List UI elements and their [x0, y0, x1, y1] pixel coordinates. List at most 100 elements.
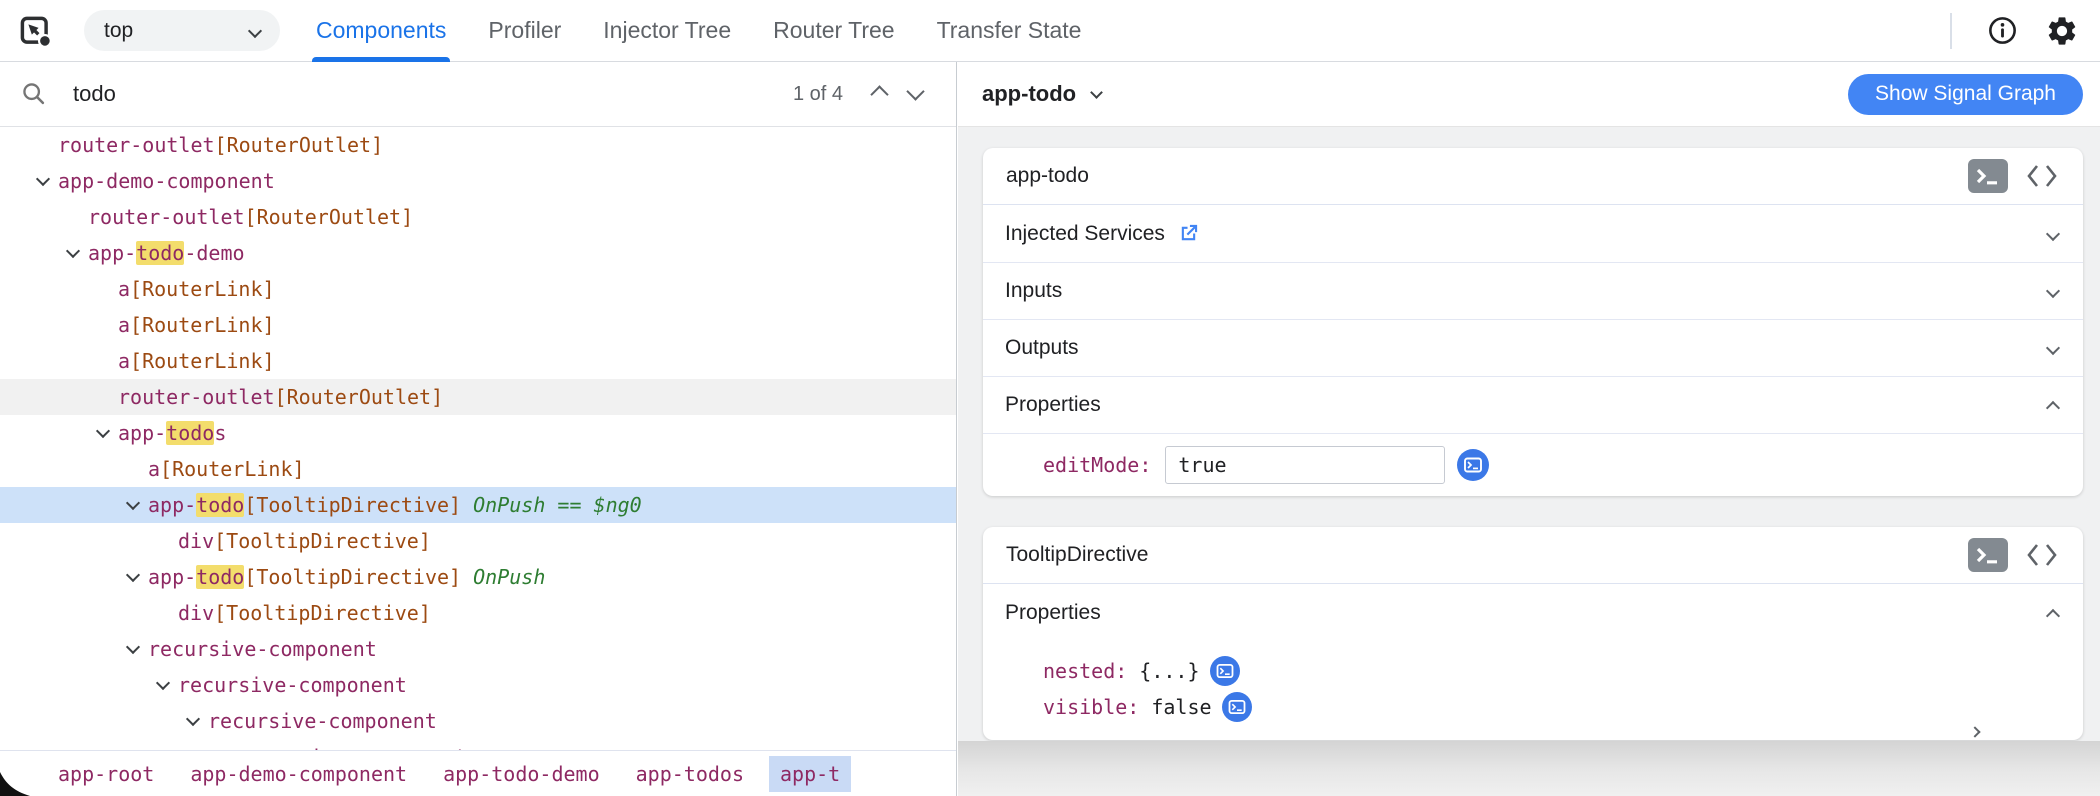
terminal-icon	[1464, 457, 1483, 473]
info-button[interactable]	[1984, 13, 2020, 49]
tree-node-text: -demo	[184, 241, 245, 265]
expand-chevron-icon[interactable]	[218, 739, 238, 750]
tree-node-text: recursive-component	[208, 709, 437, 733]
directive-card-title: TooltipDirective	[1006, 543, 1149, 566]
tree-node-text: app-	[148, 493, 197, 517]
component-card-title: app-todo	[1006, 164, 1089, 187]
section-properties[interactable]: Properties	[983, 376, 2083, 433]
expand-chevron-icon[interactable]	[68, 235, 88, 271]
property-row-nested[interactable]: nested: {...}	[983, 653, 2083, 738]
tree-node-text: [RouterOutlet]	[214, 133, 384, 157]
section-outputs[interactable]: Outputs	[983, 319, 2083, 376]
section-properties[interactable]: Properties	[983, 584, 2083, 641]
tree-row[interactable]: a[RouterLink]	[0, 451, 956, 487]
tree-row[interactable]: app-todo[TooltipDirective] OnPush	[0, 559, 956, 595]
previous-match-button[interactable]	[861, 76, 897, 112]
tree-node-text: [RouterLink]	[130, 349, 275, 373]
chevron-up-icon	[2045, 608, 2061, 623]
breadcrumb-item[interactable]: app-todos	[625, 756, 755, 792]
tree-row[interactable]: app-todo-demo	[0, 235, 956, 271]
expand-chevron-icon[interactable]	[158, 667, 178, 703]
tree-node-text: app-demo-component	[58, 169, 275, 193]
directive-properties: nested: {...} visible: false	[983, 641, 2083, 740]
tree-search-bar: 1 of 4	[0, 62, 956, 127]
log-to-console-button[interactable]	[1968, 159, 2008, 193]
tree-row[interactable]: recursive-component	[0, 667, 956, 703]
expand-chevron-icon[interactable]	[128, 487, 148, 523]
property-value: false	[1151, 695, 1212, 719]
tree-row[interactable]: app-todo[TooltipDirective] OnPush == $ng…	[0, 487, 956, 523]
expand-chevron-icon[interactable]	[128, 631, 148, 667]
show-signal-graph-button[interactable]: Show Signal Graph	[1848, 73, 2083, 115]
next-match-button[interactable]	[897, 76, 933, 112]
log-property-button[interactable]	[1209, 656, 1240, 686]
breadcrumb-item[interactable]: app-demo-component	[179, 756, 418, 792]
section-inputs[interactable]: Inputs	[983, 262, 2083, 319]
tree-row[interactable]: app-todos	[0, 415, 956, 451]
tree-row[interactable]: recursive-component	[0, 631, 956, 667]
directive-card-header: TooltipDirective	[983, 527, 2083, 584]
selected-component-name[interactable]: app-todo	[982, 81, 1076, 107]
expand-chevron-icon[interactable]	[98, 415, 118, 451]
component-card: app-todo Injected Services Inputs Output…	[983, 148, 2083, 496]
breadcrumb-item[interactable]: app-root	[47, 756, 165, 792]
tree-row[interactable]: a[RouterLink]	[0, 343, 956, 379]
info-icon	[1988, 17, 2016, 44]
tree-row[interactable]: router-outlet[RouterOutlet]	[0, 379, 956, 415]
tree-node-text: router-outlet	[118, 385, 275, 409]
frame-selector-value: top	[104, 18, 134, 42]
breadcrumb-bar: app-root app-demo-component app-todo-demo a…	[0, 750, 956, 796]
gear-icon	[2048, 16, 2076, 45]
open-in-new-icon[interactable]	[1177, 222, 1200, 245]
code-icon	[2027, 165, 2057, 187]
expand-chevron-icon[interactable]	[188, 703, 208, 739]
expand-chevron-icon[interactable]	[128, 559, 148, 595]
tree-row[interactable]: router-outlet[RouterOutlet]	[0, 127, 956, 163]
tab-transfer-state[interactable]: Transfer State	[937, 0, 1082, 62]
expand-chevron-icon[interactable]	[38, 163, 58, 199]
devtools-topbar: top Components Profiler Injector Tree Route…	[0, 0, 2100, 62]
property-name: editMode:	[1043, 453, 1152, 477]
tree-node-text: app-	[88, 241, 137, 265]
tree-row[interactable]: a[RouterLink]	[0, 271, 956, 307]
chevron-down-icon	[2045, 226, 2061, 241]
property-row-visible[interactable]: visible: false	[983, 689, 2083, 725]
tree-row[interactable]: div[TooltipDirective]	[0, 595, 956, 631]
tab-injector-tree[interactable]: Injector Tree	[603, 0, 731, 62]
tree-row[interactable]: a[RouterLink]	[0, 307, 956, 343]
tree-row[interactable]: app-demo-component	[0, 163, 956, 199]
breadcrumb-item[interactable]: app-todo-demo	[432, 756, 611, 792]
log-property-button[interactable]	[1221, 692, 1252, 722]
log-property-button[interactable]	[1457, 449, 1490, 481]
property-value-input[interactable]	[1165, 446, 1446, 484]
tab-profiler[interactable]: Profiler	[488, 0, 561, 62]
tree-node-text: a	[118, 277, 131, 301]
inspect-element-picker-button[interactable]	[16, 12, 54, 50]
view-source-button[interactable]	[2024, 158, 2060, 194]
chevron-up-icon	[869, 84, 889, 104]
tree-node-text: [RouterOutlet]	[274, 385, 444, 409]
terminal-icon	[1216, 664, 1233, 678]
tab-components[interactable]: Components	[311, 0, 451, 62]
tree-row[interactable]: recursive-component	[0, 739, 956, 750]
terminal-icon	[1976, 547, 1997, 564]
frame-selector-dropdown[interactable]: top	[84, 10, 280, 51]
tree-row[interactable]: router-outlet[RouterOutlet]	[0, 199, 956, 235]
tree-node-text: router-outlet	[88, 205, 245, 229]
tab-router-tree[interactable]: Router Tree	[773, 0, 894, 62]
section-injected-services[interactable]: Injected Services	[983, 205, 2083, 262]
tree-node-text: recursive-component	[148, 637, 377, 661]
directive-card: TooltipDirective Properties nested: {...…	[983, 527, 2083, 740]
property-value: {...}	[1139, 659, 1200, 683]
tree-node-text: app-	[148, 565, 197, 589]
chevron-down-icon[interactable]	[1090, 85, 1103, 99]
log-to-console-button[interactable]	[1968, 538, 2008, 572]
tree-row[interactable]: recursive-component	[0, 703, 956, 739]
settings-button[interactable]	[2044, 13, 2080, 49]
breadcrumb-item[interactable]: app-t	[769, 755, 852, 792]
view-source-button[interactable]	[2024, 537, 2060, 573]
chevron-right-icon	[1969, 726, 1981, 738]
tree-row[interactable]: div[TooltipDirective]	[0, 523, 956, 559]
search-input[interactable]	[73, 81, 793, 107]
tree-node-text: [RouterLink]	[130, 277, 275, 301]
